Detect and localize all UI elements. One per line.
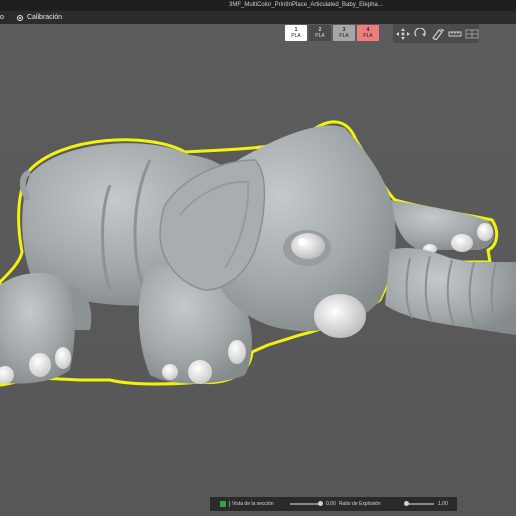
cheek-bump	[314, 294, 366, 338]
back-leg-right	[390, 200, 495, 250]
filament-material: PLA	[339, 33, 349, 39]
grid-icon	[465, 29, 479, 38]
slider-knob[interactable]	[404, 501, 409, 506]
move-icon	[396, 27, 411, 40]
filament-material: PLA	[315, 33, 325, 39]
section-view-checkbox[interactable]	[220, 501, 226, 507]
toenail	[162, 364, 178, 380]
filament-slot-2[interactable]: 2 PLA	[309, 25, 331, 41]
toenail	[188, 360, 212, 384]
grid-tool[interactable]	[465, 27, 479, 40]
filament-slot-3[interactable]: 3 PLA	[333, 25, 355, 41]
toenail	[228, 340, 246, 364]
paint-tool[interactable]	[430, 27, 444, 40]
explosion-ratio-label: Ratio de Explosión	[339, 501, 381, 507]
measure-icon	[448, 31, 462, 36]
slicer-window: 3MF_MultiColor_PrintInPlace_Articulated_…	[0, 0, 516, 516]
eye-highlight	[298, 238, 306, 246]
section-view-label: Vista de la sección	[232, 501, 274, 507]
toenail	[477, 223, 493, 241]
measure-tool[interactable]	[448, 27, 462, 40]
filament-material: PLA	[363, 33, 373, 39]
explosion-ratio-slider[interactable]	[404, 501, 434, 506]
toenail	[451, 234, 473, 252]
eye	[291, 233, 325, 259]
trunk-base	[385, 247, 516, 335]
section-view-slider[interactable]	[290, 501, 323, 506]
filament-slot-4[interactable]: 4 PLA	[357, 25, 379, 41]
bottom-controls: Vista de la sección 0,00 Ratio de Explos…	[210, 497, 457, 511]
divider	[229, 501, 230, 507]
explosion-ratio-value: 1,00	[438, 501, 448, 507]
toenail	[55, 347, 71, 369]
filament-material: PLA	[291, 33, 301, 39]
gizmo-toolbar	[393, 24, 479, 43]
section-view-value: 0,00	[326, 501, 336, 507]
slider-knob[interactable]	[318, 501, 323, 506]
move-tool[interactable]	[396, 27, 411, 40]
toenail	[29, 353, 51, 377]
filament-slot-1[interactable]: 1 PLA	[285, 25, 307, 41]
rotate-icon	[414, 27, 427, 36]
paint-icon	[431, 28, 444, 40]
viewport-3d[interactable]	[0, 0, 516, 516]
rotate-tool[interactable]	[413, 27, 427, 40]
filament-slots: 1 PLA 2 PLA 3 PLA 4 PLA	[285, 25, 379, 41]
